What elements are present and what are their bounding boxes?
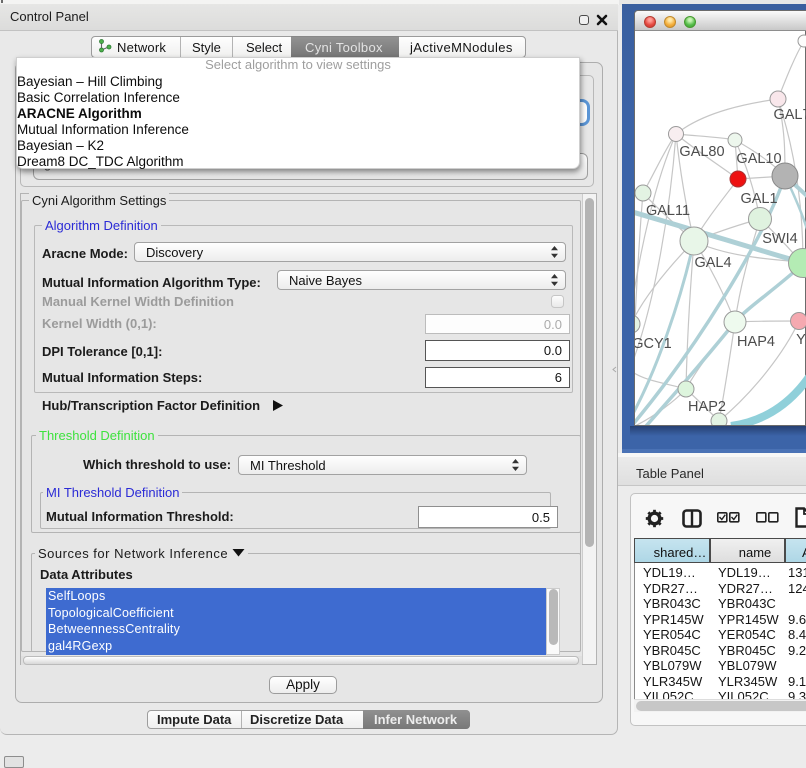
svg-text:SWI4: SWI4 <box>762 231 797 247</box>
svg-text:GAL1: GAL1 <box>740 191 777 207</box>
svg-text:GAL4: GAL4 <box>694 255 731 271</box>
svg-text:GCY1: GCY1 <box>635 336 672 352</box>
svg-text:GAL7: GAL7 <box>773 107 806 123</box>
svg-text:Y: Y <box>796 332 806 348</box>
svg-text:GAL11: GAL11 <box>646 203 690 219</box>
svg-text:HAP2: HAP2 <box>688 399 726 415</box>
svg-text:HAP4: HAP4 <box>737 334 775 350</box>
svg-text:GAL10: GAL10 <box>736 151 781 167</box>
svg-text:GAL80: GAL80 <box>679 144 724 160</box>
